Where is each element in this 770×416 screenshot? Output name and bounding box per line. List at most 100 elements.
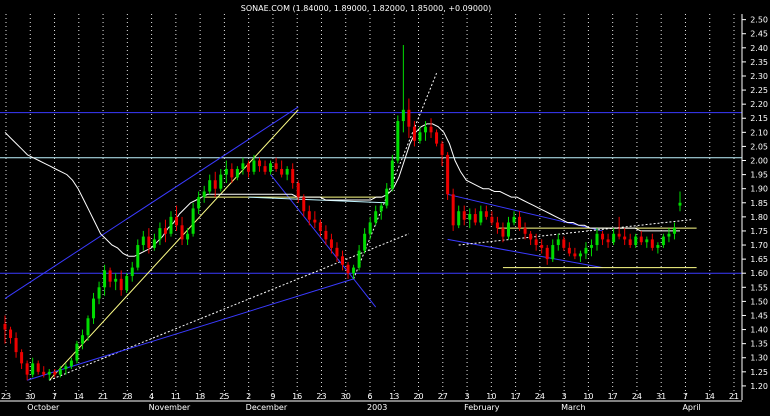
candle-body bbox=[252, 160, 256, 172]
horizontal-levels bbox=[0, 112, 742, 274]
chart-canvas: 1.20 1.25 1.30 1.35 1.40 1.45 1.50 1.55 1.60 1.65… bbox=[0, 4, 768, 412]
y-tick-label: 2.00 bbox=[750, 157, 768, 166]
x-axis: 23 30 7 14 21 28 4 11 18 25 2 9 16 23 30 6 13 20 27 3 10 17 24… bbox=[0, 392, 742, 412]
candle-body bbox=[551, 245, 555, 260]
x-tick-label: 27 bbox=[438, 392, 448, 401]
candle-body bbox=[269, 163, 273, 172]
candle-body bbox=[606, 239, 610, 243]
month-label: December bbox=[246, 403, 288, 412]
candle-body bbox=[25, 363, 29, 375]
y-tick-label: 1.75 bbox=[750, 227, 768, 236]
y-tick-label: 2.40 bbox=[750, 44, 768, 53]
x-tick-label: 24 bbox=[632, 392, 642, 401]
candle-body bbox=[412, 126, 416, 141]
uptrend-channel-upper bbox=[4, 106, 299, 299]
candle-body bbox=[573, 253, 577, 257]
y-tick-label: 1.80 bbox=[750, 213, 768, 222]
candle-body bbox=[672, 228, 676, 234]
stock-chart: 1.20 1.25 1.30 1.35 1.40 1.45 1.50 1.55 1.60 1.65… bbox=[0, 0, 770, 412]
candle-body bbox=[31, 363, 35, 375]
candle-body bbox=[147, 236, 151, 248]
moving-average bbox=[4, 123, 680, 257]
candle-body bbox=[617, 233, 621, 237]
candle-body bbox=[363, 233, 367, 251]
y-tick-label: 2.30 bbox=[750, 72, 768, 81]
x-tick-label: 23 bbox=[1, 392, 11, 401]
candle-body bbox=[667, 233, 671, 237]
y-tick-label: 2.15 bbox=[750, 114, 768, 123]
candle-body bbox=[595, 233, 599, 246]
candle-body bbox=[42, 371, 46, 375]
candle-body bbox=[235, 168, 239, 178]
candle-body bbox=[224, 168, 228, 175]
candle-body bbox=[318, 222, 322, 231]
candle-body bbox=[623, 236, 627, 240]
candle-body bbox=[678, 202, 682, 206]
candle-body bbox=[97, 287, 101, 299]
month-label: April bbox=[682, 403, 700, 412]
x-tick-label: 14 bbox=[74, 392, 84, 401]
candle-body bbox=[639, 236, 643, 243]
x-tick-label: 16 bbox=[292, 392, 302, 401]
y-tick-label: 2.50 bbox=[750, 16, 768, 25]
y-tick-label: 2.05 bbox=[750, 142, 768, 151]
candle-body bbox=[241, 163, 245, 169]
x-tick-label: 9 bbox=[270, 392, 275, 401]
candle-body bbox=[435, 132, 439, 144]
candle-body bbox=[141, 236, 145, 246]
candle-body bbox=[545, 247, 549, 260]
candle-body bbox=[556, 239, 560, 246]
candle-body bbox=[584, 247, 588, 254]
y-tick-label: 2.20 bbox=[750, 100, 768, 109]
candle-body bbox=[368, 222, 372, 234]
candle-body bbox=[341, 256, 344, 265]
x-tick-label: 7 bbox=[52, 392, 57, 401]
candle-body bbox=[69, 360, 73, 367]
y-tick-label: 1.60 bbox=[750, 269, 768, 278]
candle-body bbox=[158, 228, 162, 240]
candle-body bbox=[601, 233, 605, 240]
x-tick-label: 2 bbox=[246, 392, 251, 401]
candle-body bbox=[612, 233, 616, 243]
x-tick-label: 21 bbox=[98, 392, 108, 401]
candle-body bbox=[202, 191, 206, 198]
x-tick-label: 25 bbox=[219, 392, 229, 401]
candle-body bbox=[479, 211, 483, 223]
uptrend-channel-lower bbox=[26, 278, 354, 381]
x-tick-label: 3 bbox=[465, 392, 470, 401]
candle-body bbox=[390, 160, 394, 189]
candle-body bbox=[423, 126, 427, 133]
x-tick-label: 4 bbox=[149, 392, 154, 401]
y-tick-label: 1.95 bbox=[750, 171, 768, 180]
x-tick-label: 28 bbox=[122, 392, 132, 401]
x-tick-label: 10 bbox=[583, 392, 593, 401]
month-label: October bbox=[27, 403, 60, 412]
candles bbox=[3, 44, 682, 381]
candle-body bbox=[379, 205, 383, 212]
month-label: 2003 bbox=[367, 403, 387, 412]
x-tick-label: 3 bbox=[562, 392, 567, 401]
candle-body bbox=[9, 329, 13, 339]
moving-average-line bbox=[4, 123, 680, 257]
candle-body bbox=[352, 267, 356, 274]
y-tick-label: 1.55 bbox=[750, 283, 768, 292]
candle-body bbox=[103, 270, 107, 288]
candle-body bbox=[307, 211, 311, 220]
candle-body bbox=[429, 126, 433, 133]
candle-body bbox=[53, 371, 57, 375]
y-tick-label: 2.35 bbox=[750, 58, 768, 67]
y-tick-label: 1.30 bbox=[750, 354, 768, 363]
candle-body bbox=[418, 132, 422, 141]
y-tick-label: 1.50 bbox=[750, 297, 768, 306]
candle-body bbox=[86, 318, 90, 336]
candle-body bbox=[175, 216, 179, 226]
candle-body bbox=[119, 278, 123, 291]
candle-body bbox=[64, 366, 68, 370]
y-tick-label: 2.45 bbox=[750, 30, 768, 39]
y-tick-label: 1.70 bbox=[750, 241, 768, 250]
candle-body bbox=[357, 250, 361, 268]
candle-body bbox=[180, 225, 184, 240]
candle-body bbox=[446, 154, 450, 195]
candle-body bbox=[589, 245, 593, 248]
chart-title: SONAE.COM (1.84000, 1.89000, 1.82000, 1.… bbox=[241, 4, 491, 13]
